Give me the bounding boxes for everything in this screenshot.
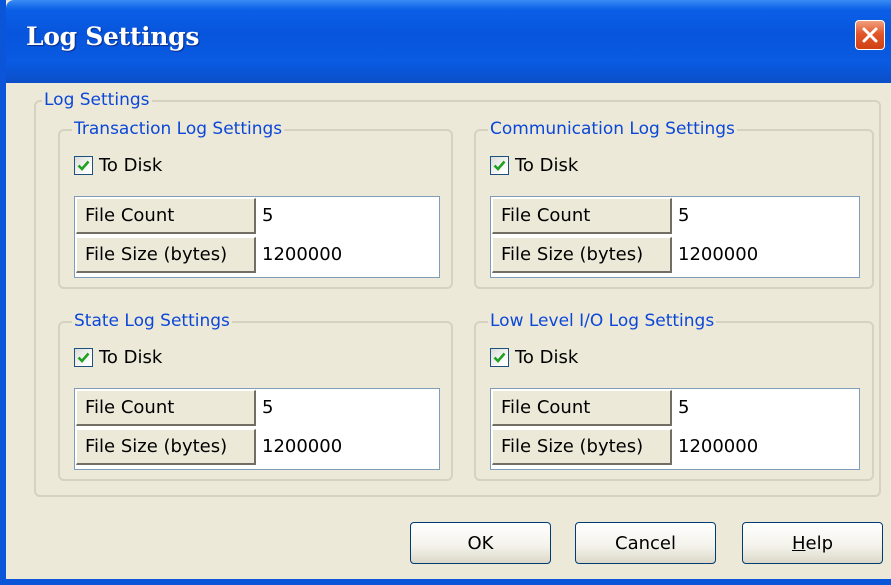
transaction-log-group-label: Transaction Log Settings [72, 119, 285, 139]
checkmark-icon [493, 352, 506, 363]
transaction-to-disk-label: To Disk [99, 155, 163, 176]
help-button[interactable]: Help [742, 522, 883, 564]
help-button-label: Help [792, 533, 833, 554]
table-row: File Size (bytes) 1200000 [492, 237, 758, 275]
table-row: File Count 5 [76, 390, 273, 428]
file-count-label: File Count [492, 390, 672, 426]
low-level-io-to-disk-checkbox[interactable] [490, 348, 509, 367]
state-property-grid: File Count 5 File Size (bytes) 1200000 [74, 388, 440, 470]
dialog-client-area: Log Settings Transaction Log Settings To… [12, 83, 891, 579]
close-button[interactable] [855, 20, 885, 50]
log-settings-group-label: Log Settings [42, 90, 152, 110]
state-to-disk-row[interactable]: To Disk [74, 347, 162, 368]
table-row: File Size (bytes) 1200000 [76, 429, 342, 467]
title-bar[interactable]: Log Settings [6, 0, 891, 83]
cancel-button-label: Cancel [615, 532, 676, 554]
file-size-input[interactable]: 1200000 [256, 429, 342, 465]
state-to-disk-checkbox[interactable] [74, 348, 93, 367]
communication-log-group-label: Communication Log Settings [488, 119, 737, 139]
file-size-input[interactable]: 1200000 [256, 237, 342, 273]
low-level-io-to-disk-label: To Disk [515, 347, 579, 368]
file-count-label: File Count [76, 198, 256, 234]
low-level-io-log-group-label: Low Level I/O Log Settings [488, 311, 717, 331]
file-count-input[interactable]: 5 [672, 390, 689, 426]
checkmark-icon [77, 160, 90, 171]
communication-property-grid: File Count 5 File Size (bytes) 1200000 [490, 196, 860, 278]
table-row: File Count 5 [492, 390, 689, 428]
ok-button[interactable]: OK [410, 522, 551, 564]
communication-log-group: Communication Log Settings To Disk File … [474, 119, 874, 289]
communication-to-disk-checkbox[interactable] [490, 156, 509, 175]
help-button-label-rest: elp [805, 532, 834, 554]
state-to-disk-label: To Disk [99, 347, 163, 368]
table-row: File Size (bytes) 1200000 [492, 429, 758, 467]
cancel-button[interactable]: Cancel [575, 522, 716, 564]
file-size-input[interactable]: 1200000 [672, 237, 758, 273]
file-size-input[interactable]: 1200000 [672, 429, 758, 465]
file-size-label: File Size (bytes) [76, 237, 256, 273]
file-count-input[interactable]: 5 [256, 390, 273, 426]
low-level-io-log-group: Low Level I/O Log Settings To Disk File … [474, 311, 874, 481]
ok-button-label: OK [467, 532, 494, 554]
low-level-io-to-disk-row[interactable]: To Disk [490, 347, 578, 368]
transaction-log-group: Transaction Log Settings To Disk File Co… [58, 119, 453, 289]
file-count-input[interactable]: 5 [256, 198, 273, 234]
table-row: File Count 5 [492, 198, 689, 236]
help-button-mnemonic: H [791, 532, 806, 554]
file-size-label: File Size (bytes) [76, 429, 256, 465]
communication-to-disk-label: To Disk [515, 155, 579, 176]
file-count-label: File Count [492, 198, 672, 234]
state-log-group: State Log Settings To Disk File Count 5 … [58, 311, 453, 481]
table-row: File Size (bytes) 1200000 [76, 237, 342, 275]
transaction-to-disk-checkbox[interactable] [74, 156, 93, 175]
state-log-group-label: State Log Settings [72, 311, 232, 331]
transaction-to-disk-row[interactable]: To Disk [74, 155, 162, 176]
communication-to-disk-row[interactable]: To Disk [490, 155, 578, 176]
low-level-io-property-grid: File Count 5 File Size (bytes) 1200000 [490, 388, 860, 470]
file-size-label: File Size (bytes) [492, 237, 672, 273]
file-size-label: File Size (bytes) [492, 429, 672, 465]
checkmark-icon [77, 352, 90, 363]
table-row: File Count 5 [76, 198, 273, 236]
checkmark-icon [493, 160, 506, 171]
window-title: Log Settings [26, 22, 200, 51]
transaction-property-grid: File Count 5 File Size (bytes) 1200000 [74, 196, 440, 278]
file-count-input[interactable]: 5 [672, 198, 689, 234]
log-settings-dialog: Log Settings Log Settings Transaction Lo… [0, 0, 891, 585]
file-count-label: File Count [76, 390, 256, 426]
close-icon [862, 27, 878, 43]
